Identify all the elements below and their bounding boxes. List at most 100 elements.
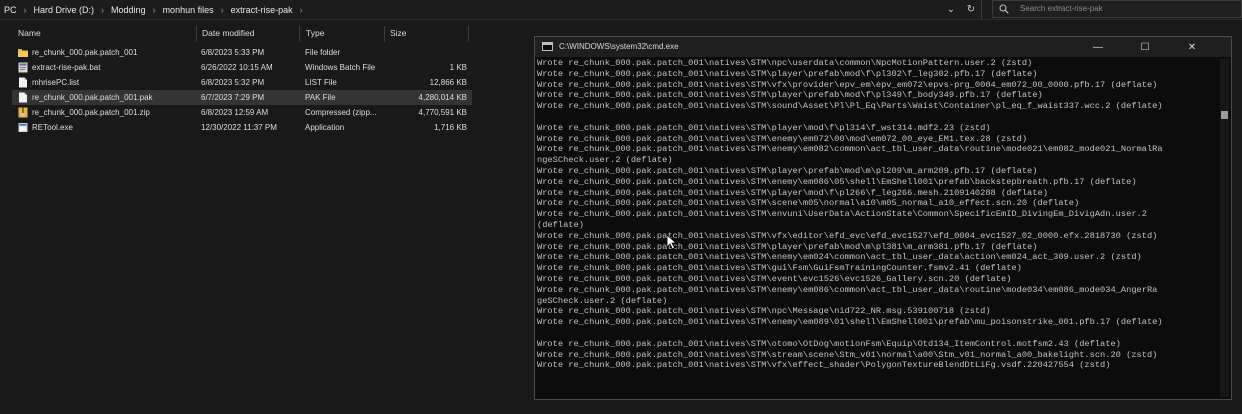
console-line: Wrote re_chunk_000.pak.patch_001\natives…	[537, 133, 1028, 144]
file-row[interactable]: RETool.exe 12/30/2022 11:37 PM Application…	[12, 120, 472, 135]
file-name: RETool.exe	[32, 123, 73, 132]
console-line: Wrote re_chunk_000.pak.patch_001\natives…	[537, 360, 1111, 371]
file-type: PAK File	[305, 93, 336, 102]
maximize-button[interactable]: ☐	[1122, 37, 1168, 57]
column-header-type[interactable]: Type	[306, 28, 324, 40]
console-line: Wrote re_chunk_000.pak.patch_001\natives…	[537, 187, 1048, 198]
refresh-icon: ↻	[966, 3, 976, 15]
refresh-button[interactable]: ↻	[963, 1, 979, 17]
file-name: extract-rise-pak.bat	[32, 63, 101, 72]
chevron-right-icon: ›	[299, 5, 303, 15]
file-type: Application	[305, 123, 345, 132]
search-input[interactable]: Search extract-rise-pak	[1020, 4, 1103, 13]
console-line: Wrote re_chunk_000.pak.patch_001\natives…	[537, 349, 1158, 360]
console-line: Wrote re_chunk_000.pak.patch_001\natives…	[537, 317, 1163, 328]
close-button[interactable]: ✕	[1169, 37, 1215, 57]
file-name: re_chunk_000.pak.patch_001	[32, 48, 138, 57]
search-box[interactable]: Search extract-rise-pak	[992, 0, 1242, 18]
maximize-icon: ☐	[1140, 41, 1150, 53]
console-line: Wrote re_chunk_000.pak.patch_001\natives…	[537, 252, 1142, 263]
minimize-button[interactable]: —	[1075, 37, 1121, 57]
file-date-modified: 6/8/2023 12:59 AM	[201, 108, 269, 117]
column-divider[interactable]	[468, 26, 469, 42]
close-icon: ✕	[1187, 41, 1197, 53]
file-name: mhrisePC.list	[32, 78, 80, 87]
file-type: LIST File	[305, 78, 337, 87]
scrollbar[interactable]	[1220, 59, 1229, 397]
chevron-right-icon: ›	[220, 5, 224, 15]
file-date-modified: 12/30/2022 11:37 PM	[201, 123, 277, 132]
scrollbar-thumb[interactable]	[1221, 111, 1228, 119]
file-date-modified: 6/26/2022 10:15 AM	[201, 63, 273, 72]
file-row[interactable]: re_chunk_000.pak.patch_001.pak 6/7/2023 7…	[12, 90, 472, 105]
breadcrumb-drive[interactable]: Hard Drive (D:)	[30, 5, 99, 15]
cmd-title-bar[interactable]: C:\WINDOWS\system32\cmd.exe — ☐ ✕	[535, 37, 1231, 57]
column-divider[interactable]	[196, 26, 197, 42]
file-size: 1,716 KB	[434, 123, 467, 132]
chevron-right-icon: ›	[152, 5, 156, 15]
cmd-window[interactable]: C:\WINDOWS\system32\cmd.exe — ☐ ✕ Wrote re…	[534, 36, 1232, 400]
chevron-down-icon: ⌄	[946, 3, 956, 15]
column-header-name[interactable]: Name	[18, 28, 41, 40]
file-row[interactable]: extract-rise-pak.bat 6/26/2022 10:15 AM Wi…	[12, 60, 472, 75]
console-line: Wrote re_chunk_000.pak.patch_001\natives…	[537, 284, 1158, 295]
console-icon	[542, 42, 553, 51]
file-size: 12,866 KB	[429, 78, 467, 87]
file-size: 1 KB	[449, 63, 467, 72]
file-size: 4,770,591 KB	[418, 108, 467, 117]
file-date-modified: 6/8/2023 5:32 PM	[201, 78, 265, 87]
file-size: 4,280,014 KB	[418, 93, 467, 102]
address-history-dropdown[interactable]: ⌄	[943, 1, 959, 17]
file-type: File folder	[305, 48, 341, 57]
console-line: Wrote re_chunk_000.pak.patch_001\natives…	[537, 165, 1038, 176]
column-divider[interactable]	[299, 26, 300, 42]
breadcrumb: PC › Hard Drive (D:) › Modding › monhun …	[0, 3, 306, 17]
file-icon	[18, 92, 28, 103]
console-line: geSCheck.user.2 (deflate)	[537, 295, 668, 306]
file-row[interactable]: re_chunk_000.pak.patch_001 6/8/2023 5:33 …	[12, 45, 472, 60]
zip-icon	[18, 107, 28, 118]
file-name: re_chunk_000.pak.patch_001.zip	[32, 108, 150, 117]
batch-file-icon	[18, 62, 28, 73]
file-name: re_chunk_000.pak.patch_001.pak	[32, 93, 153, 102]
console-line: Wrote re_chunk_000.pak.patch_001\natives…	[537, 230, 1158, 241]
console-line: Wrote re_chunk_000.pak.patch_001\natives…	[537, 79, 1158, 90]
column-header-size[interactable]: Size	[390, 28, 407, 40]
file-list: re_chunk_000.pak.patch_001 6/8/2023 5:33 …	[12, 45, 472, 135]
console-line: Wrote re_chunk_000.pak.patch_001\natives…	[537, 90, 1043, 101]
folder-icon	[18, 47, 28, 58]
file-date-modified: 6/7/2023 7:29 PM	[201, 93, 265, 102]
address-bar: PC › Hard Drive (D:) › Modding › monhun …	[0, 0, 1242, 20]
column-header-date[interactable]: Date modified	[202, 28, 254, 40]
console-line: Wrote re_chunk_000.pak.patch_001\natives…	[537, 209, 1147, 220]
search-icon	[999, 4, 1009, 14]
column-divider[interactable]	[384, 26, 385, 42]
console-line: Wrote re_chunk_000.pak.patch_001\natives…	[537, 68, 1038, 79]
console-line: Wrote re_chunk_000.pak.patch_001\natives…	[537, 273, 1012, 284]
minimize-icon: —	[1093, 41, 1103, 53]
file-row[interactable]: mhrisePC.list 6/8/2023 5:32 PM LIST File 12…	[12, 75, 472, 90]
console-line: Wrote re_chunk_000.pak.patch_001\natives…	[537, 241, 1038, 252]
chevron-right-icon: ›	[101, 5, 105, 15]
chevron-right-icon: ›	[23, 5, 27, 15]
breadcrumb-extract-rise-pak[interactable]: extract-rise-pak	[227, 5, 297, 15]
exe-icon	[18, 122, 28, 133]
console-line: Wrote re_chunk_000.pak.patch_001\natives…	[537, 176, 1137, 187]
file-row[interactable]: re_chunk_000.pak.patch_001.zip 6/8/2023 1…	[12, 105, 472, 120]
console-line: Wrote re_chunk_000.pak.patch_001\natives…	[537, 338, 1121, 349]
console-line: Wrote re_chunk_000.pak.patch_001\natives…	[537, 144, 1163, 155]
console-line: (deflate)	[537, 219, 584, 230]
breadcrumb-modding[interactable]: Modding	[107, 5, 150, 15]
mouse-cursor-icon	[666, 234, 678, 250]
breadcrumb-pc[interactable]: PC	[0, 5, 21, 15]
column-headers: Name Date modified Type Size	[0, 26, 470, 42]
console-line: Wrote re_chunk_000.pak.patch_001\natives…	[537, 198, 1080, 209]
console-output[interactable]: Wrote re_chunk_000.pak.patch_001\natives…	[537, 58, 1219, 398]
file-date-modified: 6/8/2023 5:33 PM	[201, 48, 265, 57]
breadcrumb-monhun-files[interactable]: monhun files	[159, 5, 218, 15]
console-line: ngeSCheck.user.2 (deflate)	[537, 155, 673, 166]
console-line: Wrote re_chunk_000.pak.patch_001\natives…	[537, 122, 991, 133]
console-line: Wrote re_chunk_000.pak.patch_001\natives…	[537, 58, 1033, 68]
